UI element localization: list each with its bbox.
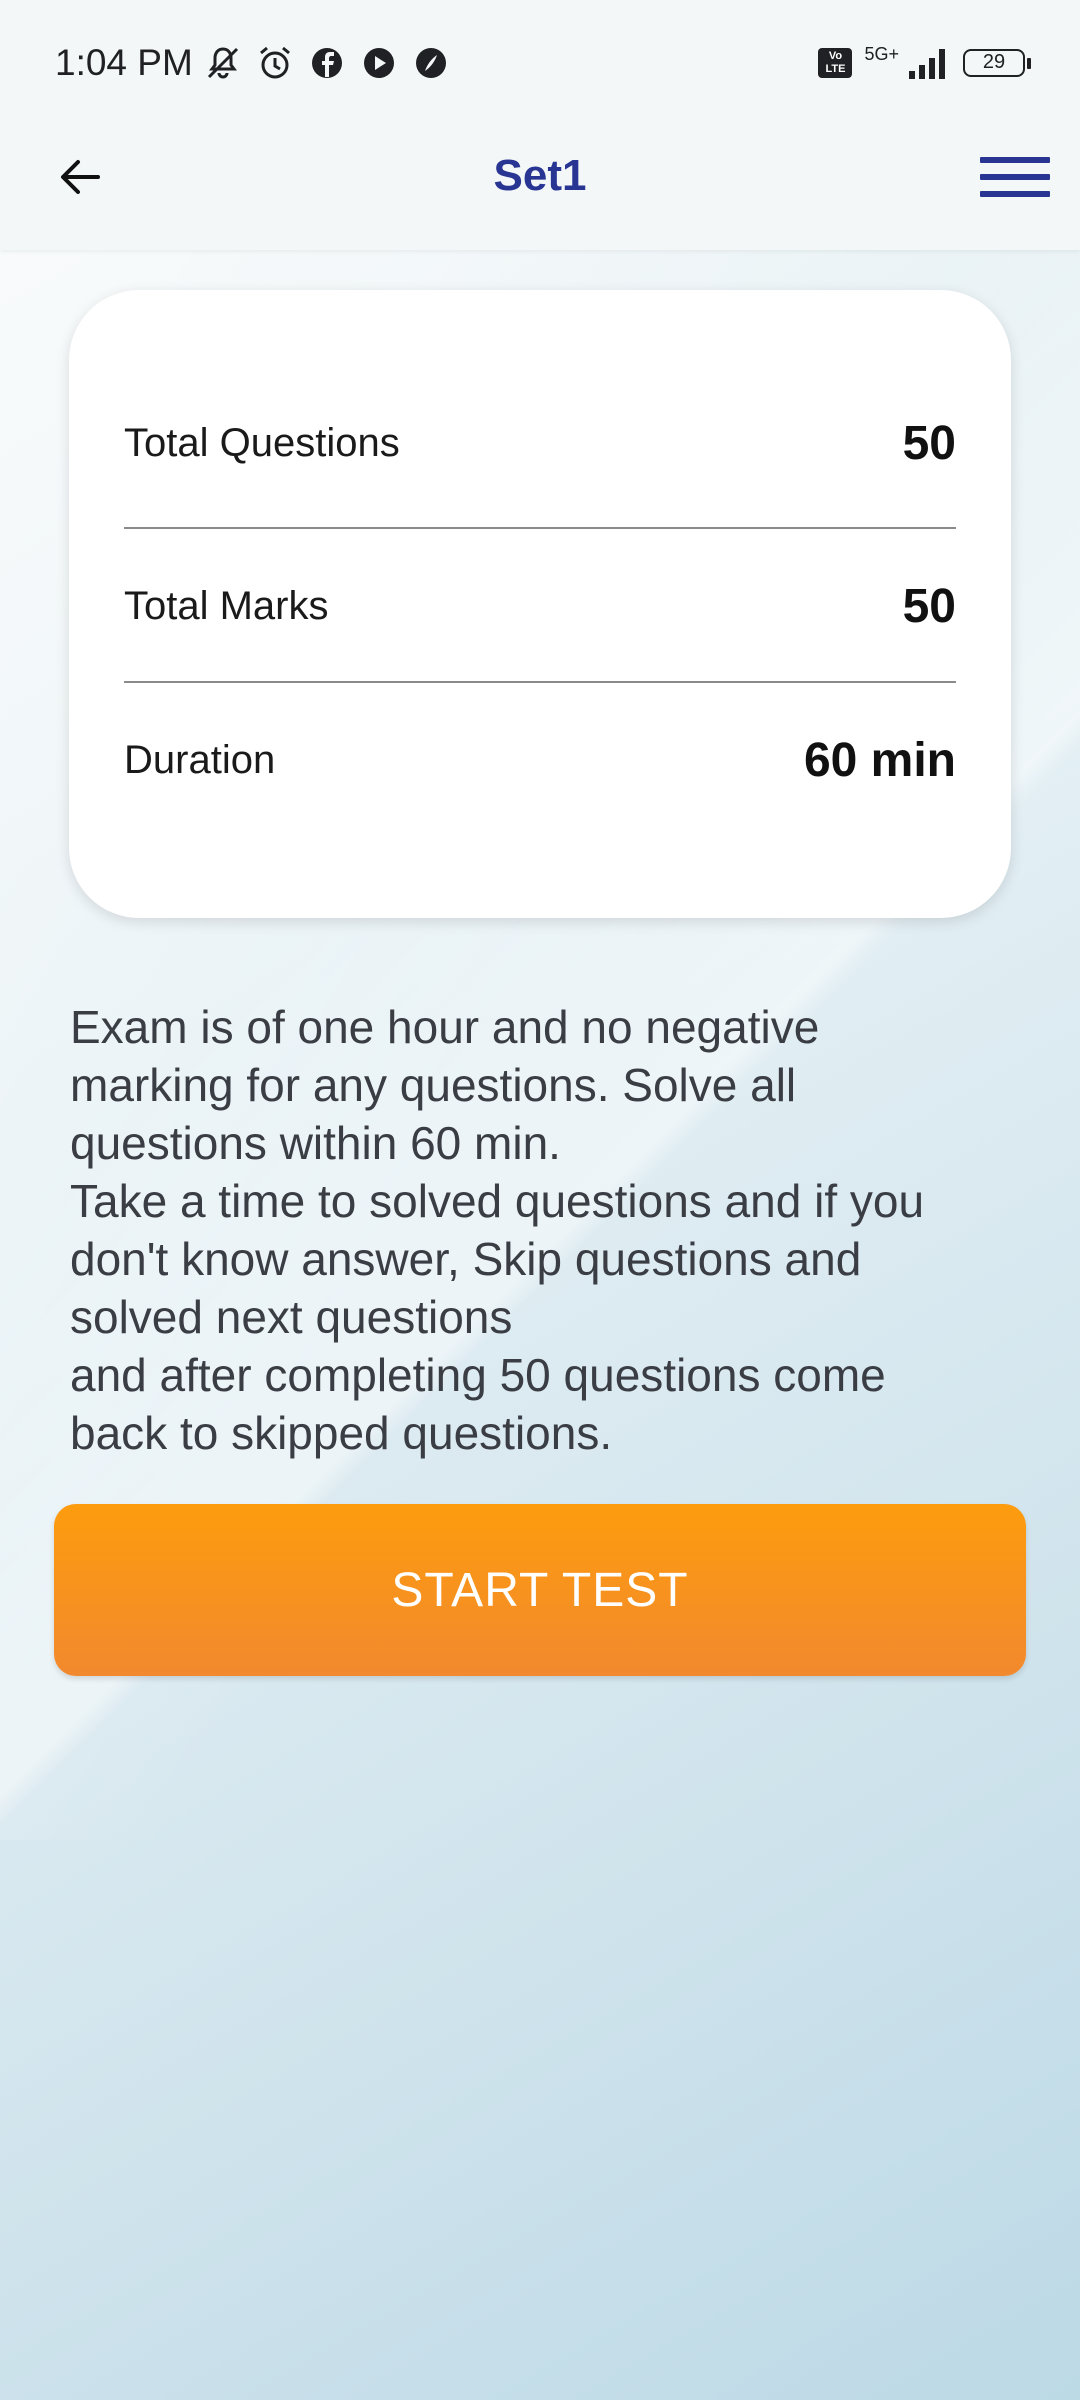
page-title: Set1	[493, 151, 587, 200]
info-value: 50	[902, 416, 956, 470]
info-value: 60 min	[803, 733, 956, 787]
signal-icon	[909, 48, 945, 79]
status-right-icons: Vo LTE 5G+ 29	[818, 44, 1031, 81]
mute-notifications-icon	[207, 46, 238, 78]
alarm-icon	[259, 46, 290, 78]
info-row-total-questions: Total Questions 50	[124, 366, 956, 520]
info-label: Total Questions	[124, 420, 400, 465]
start-test-button[interactable]: START TEST	[54, 1504, 1026, 1676]
battery-icon: 29	[963, 48, 1031, 77]
battery-level: 29	[982, 51, 1006, 73]
hamburger-line	[980, 191, 1050, 197]
network-type: 5G+	[864, 44, 899, 64]
test-info-card: Total Questions 50 Total Marks 50 Durati…	[69, 290, 1011, 918]
info-value: 50	[902, 579, 956, 633]
facebook-icon	[311, 47, 342, 78]
exam-instructions: Exam is of one hour and no negative mark…	[70, 1001, 925, 1459]
menu-button[interactable]	[980, 147, 1050, 207]
info-label: Total Marks	[124, 583, 329, 628]
status-left-icons	[203, 43, 451, 83]
app-bar: Set1	[0, 125, 1080, 250]
info-label: Duration	[124, 737, 276, 782]
hamburger-menu-icon	[980, 157, 1050, 163]
status-bar: 1:04 PM Vo LTE 5G+ 29	[0, 0, 1080, 125]
hamburger-line	[980, 174, 1050, 180]
app-notification-icon	[415, 47, 446, 78]
volte-icon: Vo LTE	[818, 47, 853, 78]
info-row-duration: Duration 60 min	[124, 683, 956, 837]
status-time: 1:04 PM	[55, 41, 193, 83]
info-row-total-marks: Total Marks 50	[124, 529, 956, 683]
youtube-icon	[363, 47, 394, 78]
